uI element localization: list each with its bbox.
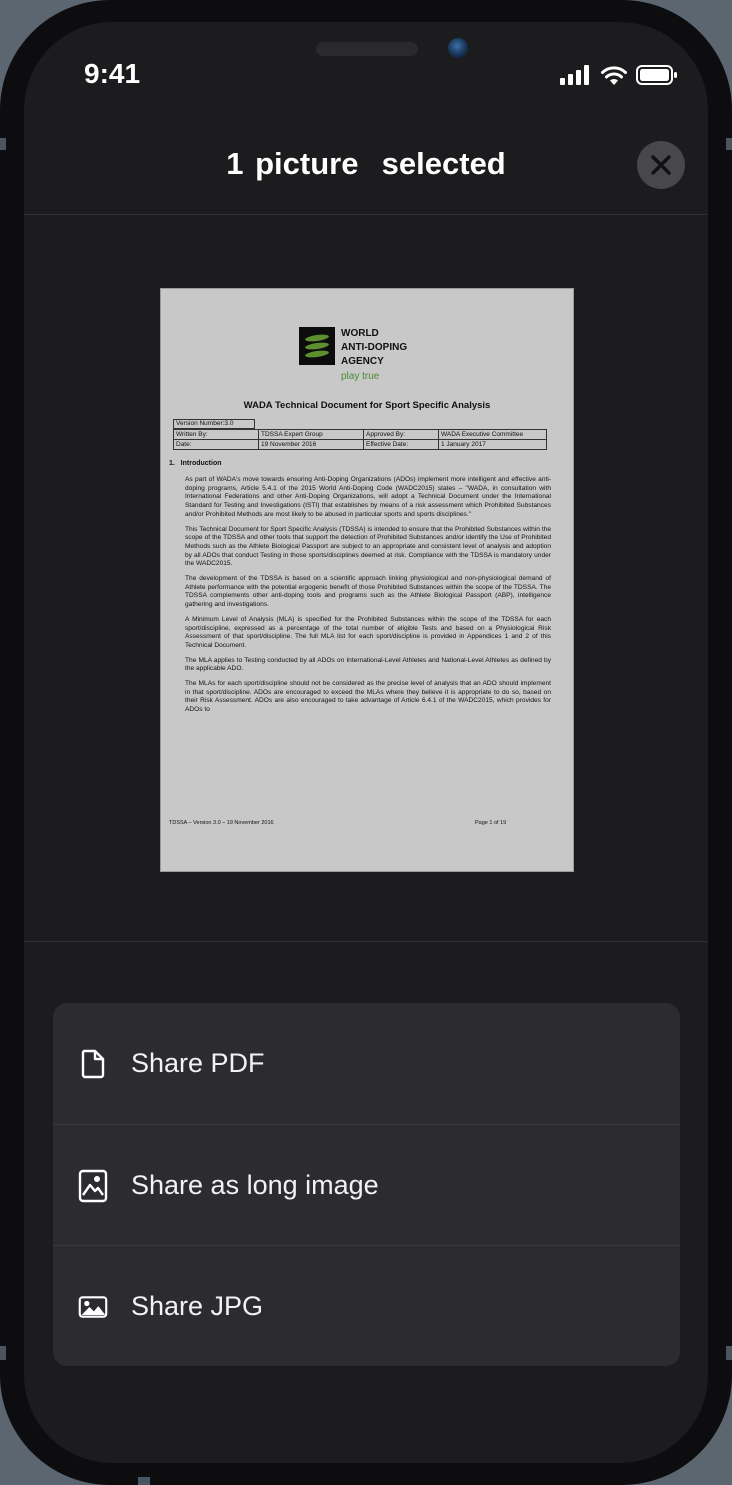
- section-heading: 1. Introduction: [169, 460, 222, 467]
- share-options-panel: Share PDF Share as long image Share JPG: [53, 1003, 680, 1366]
- document-footer-right: Page 1 of 19: [475, 820, 507, 826]
- long-image-icon: [78, 1169, 108, 1202]
- wifi-icon: [601, 65, 627, 85]
- share-pdf-label: Share PDF: [131, 1048, 265, 1078]
- battery-icon: [636, 65, 677, 85]
- paragraph: A Minimum Level of Analysis (MLA) is spe…: [185, 615, 551, 649]
- document-preview[interactable]: WORLD ANTI-DOPING AGENCY play true WADA …: [160, 288, 574, 872]
- cellular-signal-icon: [560, 65, 589, 85]
- share-jpg-button[interactable]: Share JPG: [53, 1245, 680, 1366]
- document-meta: Version Number:3.0 Written By: TDSSA Exp…: [173, 419, 547, 450]
- status-icons: [560, 60, 678, 90]
- document-body: As part of WADA's move towards ensuring …: [185, 476, 551, 721]
- document-title: WADA Technical Document for Sport Specif…: [243, 400, 491, 411]
- document-footer-left: TDSSA – Version 3.0 – 19 November 2016: [169, 820, 274, 826]
- share-long-image-label: Share as long image: [131, 1170, 379, 1200]
- paragraph: The MLAs for each sport/discipline shoul…: [185, 680, 551, 714]
- image-icon: [78, 1292, 108, 1322]
- meta-table: Written By: TDSSA Expert Group Approved …: [173, 429, 547, 450]
- close-button[interactable]: [637, 141, 685, 189]
- share-pdf-button[interactable]: Share PDF: [53, 1003, 680, 1124]
- share-long-image-button[interactable]: Share as long image: [53, 1124, 680, 1246]
- wada-logo: [299, 327, 335, 365]
- page-title: 1 picture selected: [226, 146, 506, 181]
- org-tagline: play true: [341, 371, 380, 382]
- paragraph: The MLA applies to Testing conducted by …: [185, 656, 551, 673]
- version-cell: Version Number:3.0: [173, 419, 255, 429]
- speaker-grille: [316, 42, 418, 56]
- paragraph: This Technical Document for Sport Specif…: [185, 525, 551, 568]
- content-divider: [24, 941, 708, 942]
- header-divider: [24, 214, 708, 215]
- status-time: 9:41: [84, 58, 141, 89]
- close-icon: [651, 155, 671, 175]
- front-camera: [448, 38, 468, 58]
- paragraph: The development of the TDSSA is based on…: [185, 575, 551, 609]
- phone-bottom-button: [138, 1477, 150, 1485]
- phone-side-button-left-low: [0, 1346, 6, 1360]
- phone-side-button-right-low: [726, 1346, 732, 1360]
- org-name: WORLD ANTI-DOPING AGENCY: [341, 328, 408, 367]
- share-jpg-label: Share JPG: [131, 1291, 264, 1321]
- paragraph: As part of WADA's move towards ensuring …: [185, 476, 551, 518]
- file-icon: [78, 1049, 108, 1079]
